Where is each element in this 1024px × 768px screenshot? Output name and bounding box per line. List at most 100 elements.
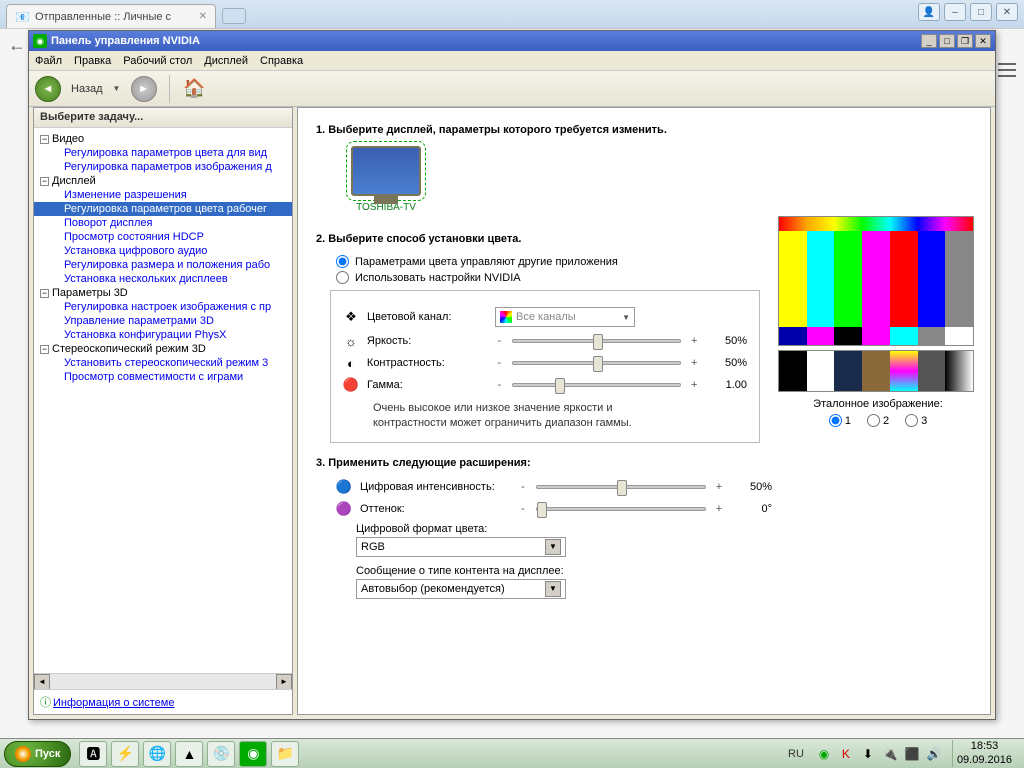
toolbar-separator bbox=[169, 75, 170, 103]
menu-desktop[interactable]: Рабочий стол bbox=[123, 55, 192, 67]
tree-leaf[interactable]: Регулировка параметров изображения д bbox=[34, 160, 292, 174]
tree-leaf[interactable]: Поворот дисплея bbox=[34, 216, 292, 230]
radio-other-input[interactable] bbox=[336, 255, 349, 268]
home-button[interactable]: 🏠 bbox=[182, 76, 208, 102]
nvidia-close-button[interactable]: ✕ bbox=[975, 34, 991, 48]
nvidia-control-panel-window: ◉ Панель управления NVIDIA _ □ ❐ ✕ Файл … bbox=[28, 30, 996, 720]
taskbar-aimp[interactable]: ▲ bbox=[175, 741, 203, 767]
scroll-left-icon[interactable]: ◄ bbox=[34, 674, 50, 690]
tree-leaf[interactable]: Изменение разрешения bbox=[34, 188, 292, 202]
tree-leaf[interactable]: Просмотр совместимости с играми bbox=[34, 370, 292, 384]
tree-scrollbar[interactable]: ◄ ► bbox=[34, 673, 292, 689]
color-format-value: RGB bbox=[361, 541, 385, 553]
brightness-slider[interactable] bbox=[512, 339, 681, 343]
slider-thumb[interactable] bbox=[555, 378, 565, 394]
tree-node-3d[interactable]: −Параметры 3D bbox=[34, 286, 292, 300]
new-tab-button[interactable] bbox=[222, 8, 246, 24]
taskbar-app-5[interactable]: 💿 bbox=[207, 741, 235, 767]
plus-label: + bbox=[714, 481, 724, 493]
collapse-icon[interactable]: − bbox=[40, 135, 49, 144]
chrome-menu-icon[interactable] bbox=[998, 63, 1016, 77]
ref-radio-1[interactable]: 1 bbox=[829, 414, 851, 427]
tray-icon-3[interactable]: ⬇ bbox=[860, 746, 876, 762]
nvidia-maximize-button[interactable]: □ bbox=[939, 34, 955, 48]
tree-leaf[interactable]: Управление параметрами 3D bbox=[34, 314, 292, 328]
scroll-track[interactable] bbox=[50, 674, 276, 689]
hue-slider[interactable] bbox=[536, 507, 706, 511]
display-thumbnail[interactable]: TOSHIBA-TV bbox=[336, 146, 436, 213]
dropdown-icon[interactable]: ▼ bbox=[622, 313, 630, 322]
radio-nvidia-input[interactable] bbox=[336, 271, 349, 284]
tree-leaf[interactable]: Регулировка параметров цвета для вид bbox=[34, 146, 292, 160]
tray-nvidia-icon[interactable]: ◉ bbox=[816, 746, 832, 762]
tree-leaf[interactable]: Установка конфигурации PhysX bbox=[34, 328, 292, 342]
contrast-slider[interactable] bbox=[512, 361, 681, 365]
chrome-minimize-button[interactable]: – bbox=[944, 3, 966, 21]
tray-volume-icon[interactable]: 🔊 bbox=[926, 746, 942, 762]
tree-node-display[interactable]: −Дисплей bbox=[34, 174, 292, 188]
scroll-right-icon[interactable]: ► bbox=[276, 674, 292, 690]
tray-antivirus-icon[interactable]: K bbox=[838, 746, 854, 762]
tree-node-stereo[interactable]: −Стереоскопический режим 3D bbox=[34, 342, 292, 356]
slider-thumb[interactable] bbox=[617, 480, 627, 496]
slider-thumb[interactable] bbox=[593, 334, 603, 350]
channel-select[interactable]: Все каналы ▼ bbox=[495, 307, 635, 327]
nvidia-restore-button[interactable]: ❐ bbox=[957, 34, 973, 48]
slider-thumb[interactable] bbox=[593, 356, 603, 372]
tree-leaf[interactable]: Регулировка размера и положения рабо bbox=[34, 258, 292, 272]
back-dropdown-icon[interactable]: ▼ bbox=[113, 84, 123, 93]
tab-close-icon[interactable]: ✕ bbox=[199, 11, 207, 22]
settings-note: Очень высокое или низкое значение яркост… bbox=[373, 401, 747, 432]
ref-radio-2[interactable]: 2 bbox=[867, 414, 889, 427]
tray-clock[interactable]: 18:53 09.09.2016 bbox=[952, 740, 1016, 766]
collapse-icon[interactable]: − bbox=[40, 177, 49, 186]
tree-leaf[interactable]: Регулировка настроек изображения с пр bbox=[34, 300, 292, 314]
taskbar-app-2[interactable]: ⚡ bbox=[111, 741, 139, 767]
intensity-slider[interactable] bbox=[536, 485, 706, 489]
menu-help[interactable]: Справка bbox=[260, 55, 303, 67]
tray-icon-5[interactable]: ⬛ bbox=[904, 746, 920, 762]
tree-leaf[interactable]: Установка нескольких дисплеев bbox=[34, 272, 292, 286]
color-format-select[interactable]: RGB ▼ bbox=[356, 537, 566, 557]
minus-label: - bbox=[494, 379, 504, 391]
radio-other-label: Параметрами цвета управляют другие прило… bbox=[355, 256, 618, 268]
tree-node-video[interactable]: −Видео bbox=[34, 132, 292, 146]
tree-leaf[interactable]: Установка цифрового аудио bbox=[34, 244, 292, 258]
content-type-select[interactable]: Автовыбор (рекомендуется) ▼ bbox=[356, 579, 566, 599]
tree-leaf-selected[interactable]: Регулировка параметров цвета рабочег bbox=[34, 202, 292, 216]
tree-leaf[interactable]: Установить стереоскопический режим 3 bbox=[34, 356, 292, 370]
browser-tab[interactable]: 📧 Отправленные :: Личные с ✕ bbox=[6, 4, 216, 28]
menu-edit[interactable]: Правка bbox=[74, 55, 111, 67]
ref-radio-3[interactable]: 3 bbox=[905, 414, 927, 427]
start-button[interactable]: Пуск bbox=[4, 741, 71, 767]
chrome-back-button[interactable]: ← bbox=[8, 35, 26, 56]
chrome-maximize-button[interactable]: □ bbox=[970, 3, 992, 21]
dropdown-icon[interactable]: ▼ bbox=[545, 539, 561, 555]
collapse-icon[interactable]: − bbox=[40, 345, 49, 354]
menu-file[interactable]: Файл bbox=[35, 55, 62, 67]
monitor-icon[interactable] bbox=[351, 146, 421, 196]
collapse-icon[interactable]: − bbox=[40, 289, 49, 298]
taskbar-nvidia[interactable]: ◉ bbox=[239, 741, 267, 767]
plus-label: + bbox=[714, 503, 724, 515]
taskbar-explorer[interactable]: 📁 bbox=[271, 741, 299, 767]
back-label[interactable]: Назад bbox=[71, 83, 103, 95]
slider-thumb[interactable] bbox=[537, 502, 547, 518]
forward-button[interactable]: ► bbox=[131, 76, 157, 102]
chrome-user-button[interactable]: 👤 bbox=[918, 3, 940, 21]
tray-language[interactable]: RU bbox=[788, 748, 804, 760]
nvidia-minimize-button[interactable]: _ bbox=[921, 34, 937, 48]
taskbar-app-1[interactable]: 🅰 bbox=[79, 741, 107, 767]
menu-display[interactable]: Дисплей bbox=[204, 55, 248, 67]
tray-network-icon[interactable]: 🔌 bbox=[882, 746, 898, 762]
tree-leaf[interactable]: Просмотр состояния HDCP bbox=[34, 230, 292, 244]
gamma-slider[interactable] bbox=[512, 383, 681, 387]
chrome-close-button[interactable]: ✕ bbox=[996, 3, 1018, 21]
hue-label: Оттенок: bbox=[360, 503, 510, 515]
taskbar-chrome[interactable]: 🌐 bbox=[143, 741, 171, 767]
nvidia-titlebar[interactable]: ◉ Панель управления NVIDIA _ □ ❐ ✕ bbox=[29, 31, 995, 51]
back-button[interactable]: ◄ bbox=[35, 76, 61, 102]
dropdown-icon[interactable]: ▼ bbox=[545, 581, 561, 597]
system-info-link[interactable]: Информация о системе bbox=[53, 697, 174, 709]
tree-content[interactable]: −Видео Регулировка параметров цвета для … bbox=[34, 128, 292, 673]
